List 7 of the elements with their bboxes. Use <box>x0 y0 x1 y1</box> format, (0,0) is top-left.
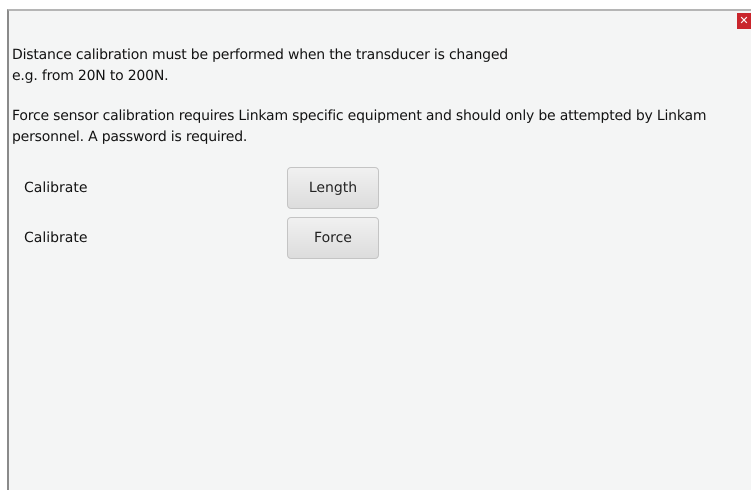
calibrate-label: Calibrate <box>23 230 88 246</box>
close-button[interactable]: ✕ <box>737 13 751 29</box>
calibrate-button[interactable]: Length <box>287 167 379 209</box>
info-text: Distance calibration must be performed when the transducer is changed e.g. from 20N to 200N. <box>12 46 509 86</box>
info-text: Force sensor calibration requires Linkam specific equipment and should only be attempted by Linkam personnel. A password is required. <box>12 107 708 147</box>
calibrate-button[interactable]: Force <box>287 217 379 259</box>
calibrate-label: Calibrate <box>23 180 88 196</box>
